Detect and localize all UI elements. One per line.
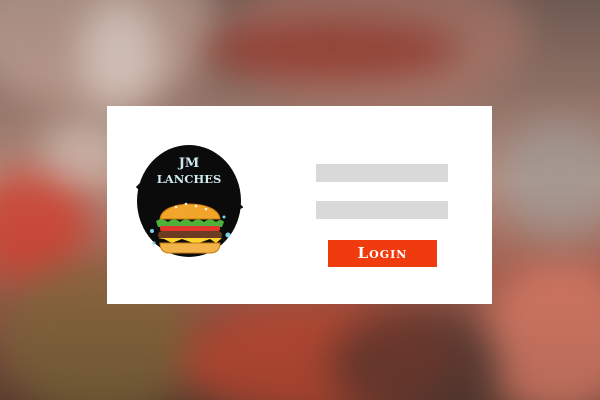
username-field[interactable] bbox=[316, 164, 448, 182]
burger-logo-icon: JM LANCHES bbox=[136, 145, 243, 257]
brand-line2: LANCHES bbox=[157, 172, 222, 186]
brand-line1: JM bbox=[178, 156, 200, 171]
password-field[interactable] bbox=[316, 201, 448, 219]
login-button[interactable]: Login bbox=[328, 240, 437, 267]
